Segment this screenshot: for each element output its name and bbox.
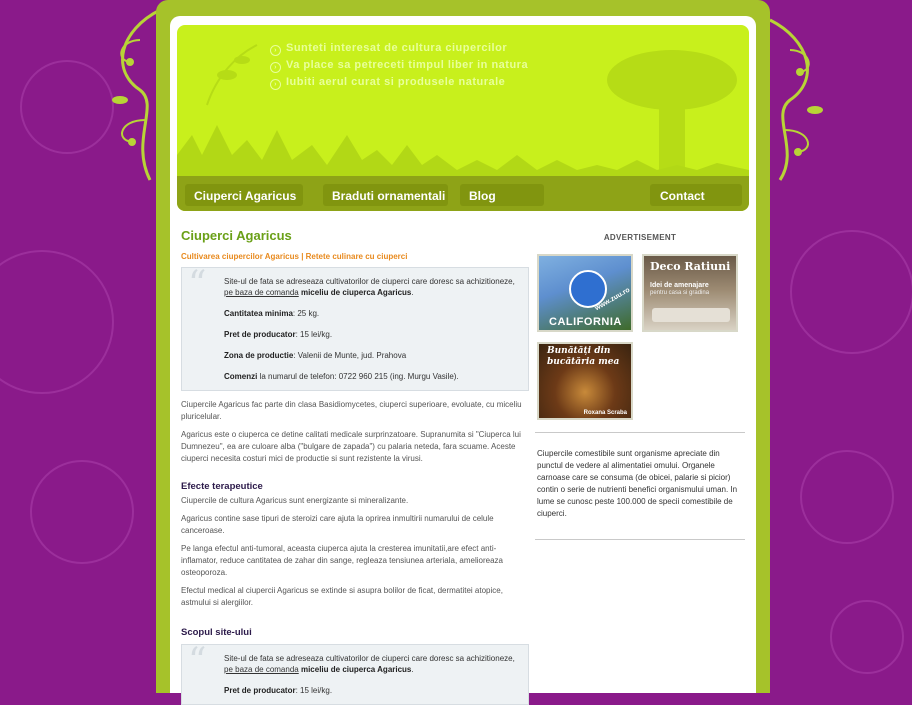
nav-item-ciuperci-agaricus[interactable]: Ciuperci Agaricus <box>194 185 296 207</box>
info2-price: Pret de producator: 15 lei/kg. <box>224 685 518 696</box>
ad-deco-ratiuni[interactable]: Deco Ratiuni Idei de amenajare pentru ca… <box>642 254 738 332</box>
info2-intro-text: Site-ul de fata se adreseaza cultivatori… <box>224 654 515 663</box>
info-box: “ Site-ul de fata se adreseaza cultivato… <box>181 267 529 391</box>
arrow-bullet-icon: › <box>270 62 281 73</box>
ad-bucataria-mea[interactable]: Bunătăți din bucătăria mea Roxana Scraba <box>537 342 633 420</box>
leaf-decoration <box>206 44 258 106</box>
orders-label: Comenzi <box>224 372 258 381</box>
ad-california-label: CALIFORNIA <box>549 316 622 328</box>
sidebar-divider <box>535 432 745 433</box>
arrow-bullet-icon: › <box>270 79 281 90</box>
info-intro-end: . <box>411 288 414 297</box>
paragraph-effect-3: Pe langa efectul anti-tumoral, aceasta c… <box>181 544 503 577</box>
ad-bucatarie-title: Bunătăți din bucătăria mea <box>547 346 620 367</box>
price-value-2: : 15 lei/kg. <box>295 686 333 695</box>
zone-value: : Valenii de Munte, jud. Prahova <box>293 351 407 360</box>
paragraph-effect-1: Ciupercile de cultura Agaricus sunt ener… <box>181 496 409 505</box>
info-intro-text: Site-ul de fata se adreseaza cultivatori… <box>224 277 515 286</box>
zone-label: Zona de productie <box>224 351 294 360</box>
quote-icon: “ <box>188 264 207 305</box>
heading-effects: Efecte terapeutice <box>181 481 263 492</box>
price-label: Pret de producator <box>224 330 296 339</box>
info-orders: Comenzi la numarul de telefon: 0722 960 … <box>224 371 518 382</box>
info2-intro: Site-ul de fata se adreseaza cultivatori… <box>224 653 518 675</box>
info-zone: Zona de productie: Valenii de Munte, jud… <box>224 350 518 361</box>
info2-intro-bold: miceliu de ciuperca Agaricus <box>300 665 412 674</box>
info-intro: Site-ul de fata se adreseaza cultivatori… <box>224 276 518 298</box>
sidebar-text: Ciupercile comestibile sunt organisme ap… <box>537 449 738 518</box>
ad-deco-line2: pentru casa si gradina <box>650 290 710 296</box>
heading-purpose: Scopul site-ului <box>181 627 252 638</box>
quantity-label: Cantitatea minima <box>224 309 293 318</box>
sidebar-divider <box>535 539 745 540</box>
page-title: Ciuperci Agaricus <box>181 228 292 243</box>
main-content: Ciuperci Agaricus Cultivarea ciupercilor… <box>181 228 529 705</box>
info-price: Pret de producator: 15 lei/kg. <box>224 329 518 340</box>
nav-item-blog[interactable]: Blog <box>469 185 496 207</box>
floral-ornament-right <box>769 18 823 181</box>
info2-intro-end: . <box>411 665 414 674</box>
info-intro-bold: miceliu de ciuperca Agaricus <box>300 288 412 297</box>
tagline-2: › Va place sa petreceti timpul liber in n… <box>270 59 528 73</box>
forest-silhouette <box>177 125 749 185</box>
info-quantity: Cantitatea minima: 25 kg. <box>224 308 518 319</box>
quote-icon: “ <box>188 641 207 682</box>
tagline-1: › Sunteti interesat de cultura ciupercilo… <box>270 42 507 56</box>
paragraph-effect-4: Efectul medical al ciupercii Agaricus se… <box>181 586 503 607</box>
order-link[interactable]: pe baza de comanda <box>224 288 299 297</box>
ad-deco-line1: Idei de amenajare <box>650 282 709 289</box>
ad-bucatarie-author: Roxana Scraba <box>583 410 627 416</box>
paragraph-agaricus: Agaricus este o ciuperca ce detine calit… <box>181 430 521 463</box>
tagline-3: › Iubiti aerul curat si produsele natural… <box>270 76 505 90</box>
arrow-bullet-icon: › <box>270 45 281 56</box>
paragraph-intro: Ciupercile Agaricus fac parte din clasa … <box>181 400 522 421</box>
nav-item-braduti-ornamentali[interactable]: Braduti ornamentali <box>332 185 445 207</box>
orders-value: la numarul de telefon: 0722 960 215 (ing… <box>257 372 459 381</box>
nav-item-contact[interactable]: Contact <box>660 185 705 207</box>
advertisement-title: ADVERTISEMENT <box>603 233 677 242</box>
quantity-value: : 25 kg. <box>292 309 320 318</box>
price-value: : 15 lei/kg. <box>295 330 333 339</box>
ad-california[interactable]: www.zuu.ro CALIFORNIA <box>537 254 633 332</box>
paragraph-effect-2: Agaricus contine sase tipuri de steroizi… <box>181 514 494 535</box>
page-subtitle: Cultivarea ciupercilor Agaricus | Retete… <box>181 252 408 261</box>
price-label-2: Pret de producator <box>224 686 296 695</box>
order-link-2[interactable]: pe baza de comanda <box>224 665 299 674</box>
ad-deco-title: Deco Ratiuni <box>650 260 731 273</box>
sofa-icon <box>652 308 730 322</box>
info-box-2: “ Site-ul de fata se adreseaza cultivato… <box>181 644 529 705</box>
